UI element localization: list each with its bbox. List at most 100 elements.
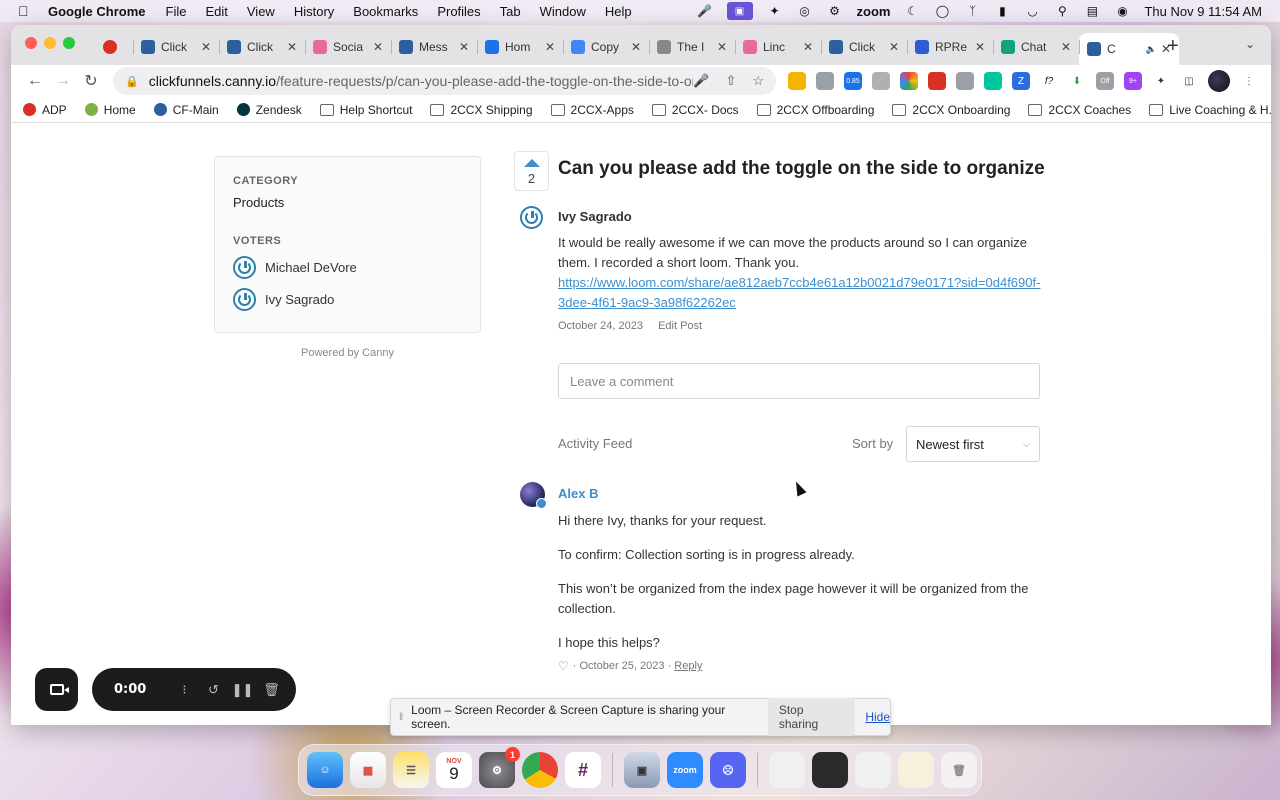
- control-center-icon[interactable]: ▤: [1084, 4, 1100, 18]
- vpn-icon[interactable]: ◯: [934, 4, 950, 18]
- browser-tab[interactable]: Mess ✕: [391, 33, 477, 61]
- minimize-window-button[interactable]: [44, 37, 56, 49]
- zoom-menubar-label[interactable]: zoom: [857, 4, 891, 19]
- back-button[interactable]: ←: [21, 72, 49, 90]
- recent-window-thumbnail[interactable]: [855, 752, 891, 788]
- bluetooth-icon[interactable]: ᛉ: [964, 4, 980, 18]
- profile-avatar[interactable]: [1208, 70, 1230, 92]
- apple-menu-icon[interactable]: : [18, 3, 34, 19]
- close-tab-icon[interactable]: ✕: [201, 40, 211, 54]
- zoom-window-button[interactable]: [63, 37, 75, 49]
- battery-icon[interactable]: ▮: [994, 4, 1010, 18]
- post-date[interactable]: October 24, 2023: [558, 320, 643, 332]
- browser-tab[interactable]: Chat ✕: [993, 33, 1079, 61]
- bookmark-item[interactable]: Zendesk: [236, 103, 302, 117]
- close-tab-icon[interactable]: ✕: [545, 40, 555, 54]
- tab-active[interactable]: C 🔈 ✕: [1079, 33, 1179, 65]
- app-name-menu[interactable]: Google Chrome: [48, 4, 146, 19]
- drawing-grid-icon[interactable]: ⁝: [170, 682, 199, 698]
- comment-date[interactable]: October 25, 2023: [580, 660, 665, 672]
- stop-sharing-button[interactable]: Stop sharing: [767, 698, 856, 736]
- extension-function-icon[interactable]: f?: [1040, 72, 1058, 90]
- voter-item[interactable]: Ivy Sagrado: [233, 288, 462, 311]
- voter-item[interactable]: Michael DeVore: [233, 256, 462, 279]
- menu-history[interactable]: History: [294, 4, 334, 19]
- extension-badge-icon[interactable]: 0.85: [844, 72, 862, 90]
- extension-window-icon[interactable]: [816, 72, 834, 90]
- drag-handle-icon[interactable]: ‖: [399, 712, 403, 723]
- reload-button[interactable]: ↻: [77, 71, 105, 91]
- close-tab-icon[interactable]: ✕: [975, 40, 985, 54]
- system-settings-icon[interactable]: ⚙ 1: [479, 747, 520, 788]
- side-panel-icon[interactable]: ◫: [1180, 72, 1198, 90]
- close-tab-icon[interactable]: ✕: [459, 40, 469, 54]
- bookmark-item[interactable]: 2CCX- Docs: [651, 103, 739, 117]
- slack-icon[interactable]: #: [565, 752, 601, 788]
- menu-edit[interactable]: Edit: [205, 4, 227, 19]
- preview-icon[interactable]: ▣: [624, 752, 660, 788]
- reply-link[interactable]: Reply: [674, 660, 702, 672]
- extension-shield-icon[interactable]: [872, 72, 890, 90]
- tab-search-chevron-icon[interactable]: ⌄: [1245, 37, 1255, 51]
- browser-tab[interactable]: Copy ✕: [563, 33, 649, 61]
- recent-window-thumbnail[interactable]: [812, 752, 848, 788]
- browser-tab[interactable]: [95, 33, 133, 61]
- trash-icon[interactable]: 🗑: [257, 682, 286, 698]
- heart-icon[interactable]: ♡: [558, 659, 569, 673]
- chrome-menu-icon[interactable]: ⋮: [1240, 72, 1258, 90]
- download-icon[interactable]: ⬇: [1068, 72, 1086, 90]
- bookmark-item[interactable]: 2CCX Coaches: [1028, 103, 1131, 117]
- microphone-icon[interactable]: 🎤: [697, 4, 713, 18]
- bookmark-item[interactable]: Help Shortcut: [319, 103, 412, 117]
- forward-button[interactable]: →: [49, 72, 77, 90]
- extension-counter-icon[interactable]: 9+: [1124, 72, 1142, 90]
- discord-icon[interactable]: ☹: [710, 752, 746, 788]
- notes-icon[interactable]: ☰: [393, 752, 429, 788]
- menu-help[interactable]: Help: [605, 4, 632, 19]
- lock-icon[interactable]: 🔒: [125, 75, 139, 88]
- browser-tab[interactable]: RPRe ✕: [907, 33, 993, 61]
- bookmark-item[interactable]: 2CCX Onboarding: [892, 103, 1010, 117]
- browser-tab[interactable]: Click ✕: [821, 33, 907, 61]
- bookmark-item[interactable]: 2CCX Shipping: [430, 103, 533, 117]
- speaker-icon[interactable]: 🔈: [1146, 44, 1157, 55]
- moon-icon[interactable]: ☾: [904, 4, 920, 18]
- address-bar[interactable]: 🔒 clickfunnels.canny.io /feature-request…: [113, 67, 776, 95]
- browser-tab[interactable]: Click ✕: [133, 33, 219, 61]
- recent-window-thumbnail[interactable]: [769, 752, 805, 788]
- new-tab-button[interactable]: +: [1167, 35, 1179, 58]
- extension-pin-icon[interactable]: [984, 72, 1002, 90]
- comment-input[interactable]: Leave a comment: [558, 363, 1040, 399]
- browser-tab[interactable]: Linc ✕: [735, 33, 821, 61]
- extension-camera-icon[interactable]: [956, 72, 974, 90]
- sort-select[interactable]: Newest first ⌵: [906, 426, 1040, 462]
- browser-tab[interactable]: The I ✕: [649, 33, 735, 61]
- search-icon[interactable]: ⚲: [1054, 4, 1070, 18]
- menu-profiles[interactable]: Profiles: [437, 4, 480, 19]
- menubar-clock[interactable]: Thu Nov 9 11:54 AM: [1144, 4, 1262, 19]
- butterfly-icon[interactable]: ✦: [767, 4, 783, 18]
- menu-file[interactable]: File: [166, 4, 187, 19]
- extension-color-icon[interactable]: [900, 72, 918, 90]
- loom-link[interactable]: https://www.loom.com/share/ae812aeb7ccb4…: [558, 275, 1040, 310]
- menu-bookmarks[interactable]: Bookmarks: [353, 4, 418, 19]
- target-icon[interactable]: ◎: [797, 4, 813, 18]
- close-tab-icon[interactable]: ✕: [803, 40, 813, 54]
- bookmark-item[interactable]: Home: [84, 103, 136, 117]
- close-tab-icon[interactable]: ✕: [1061, 40, 1071, 54]
- bookmark-item[interactable]: Live Coaching & H...: [1149, 103, 1271, 117]
- menu-tab[interactable]: Tab: [500, 4, 521, 19]
- calendar-icon[interactable]: NOV 9: [436, 752, 472, 788]
- browser-tab[interactable]: Hom ✕: [477, 33, 563, 61]
- close-tab-icon[interactable]: ✕: [631, 40, 641, 54]
- menu-view[interactable]: View: [247, 4, 275, 19]
- extension-z-icon[interactable]: Z: [1012, 72, 1030, 90]
- trash-bin-icon[interactable]: 🗑: [941, 752, 977, 788]
- bookmark-item[interactable]: 2CCX Offboarding: [756, 103, 874, 117]
- loom-menubar-icon[interactable]: ▣: [726, 2, 753, 20]
- extension-grid-icon[interactable]: [788, 72, 806, 90]
- edit-post-link[interactable]: Edit Post: [658, 320, 702, 332]
- bookmark-star-icon[interactable]: ☆: [752, 73, 764, 89]
- bookmark-item[interactable]: CF-Main: [153, 103, 219, 117]
- powered-by-canny-link[interactable]: Powered by Canny: [214, 347, 481, 359]
